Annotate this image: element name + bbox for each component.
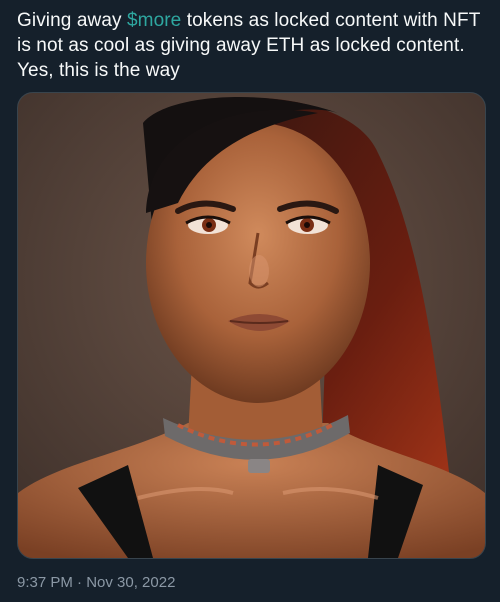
tweet-text: Giving away $more tokens as locked conte… [17,8,487,83]
tweet-media-image[interactable] [17,92,486,559]
tweet-timestamp[interactable]: 9:37 PM · Nov 30, 2022 [17,574,175,591]
tweet-text-before: Giving away [17,10,127,31]
top-edge [0,0,500,6]
cashtag-link[interactable]: $more [127,10,181,31]
portrait-image [18,93,485,558]
